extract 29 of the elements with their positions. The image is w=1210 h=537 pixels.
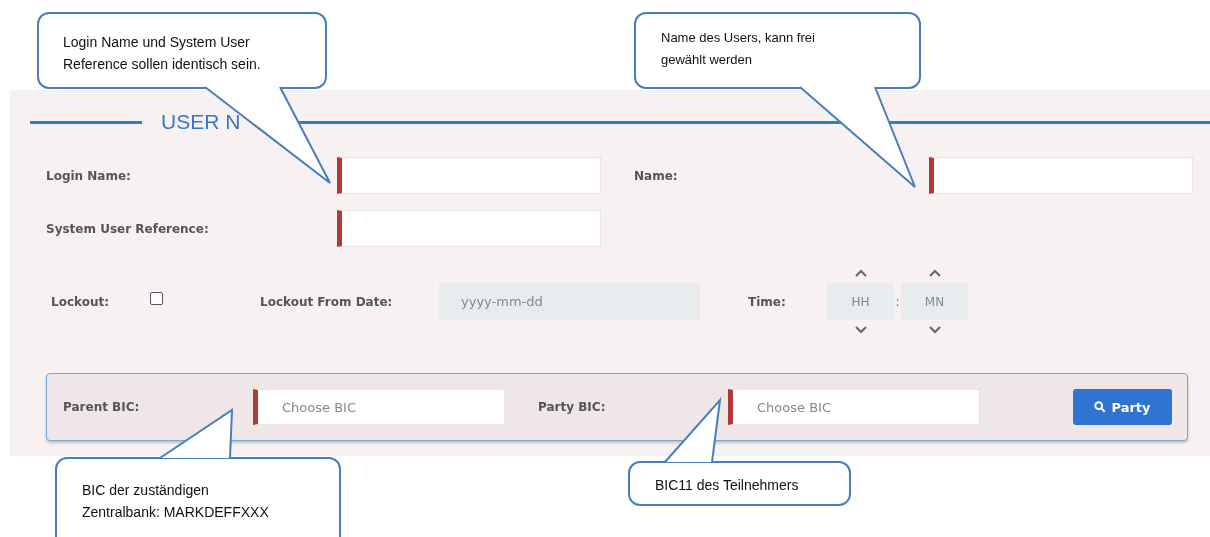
hour-field[interactable]: HH [827, 283, 894, 320]
callout-text: Login Name und System User Reference sollen identisch sein. [63, 33, 261, 74]
bic-field[interactable]: Choose BIC [253, 389, 505, 425]
field-label: Name: [634, 168, 679, 183]
time-separator: : [894, 294, 901, 309]
field-label: System User Reference: [46, 221, 210, 236]
callout-text: Name des Users, kann frei gewählt werden [661, 29, 815, 69]
field-label: Parent BIC: [63, 400, 141, 414]
party-search-button[interactable]: Party [1073, 389, 1172, 425]
input-field[interactable] [337, 210, 601, 247]
lockout-checkbox[interactable] [150, 292, 163, 305]
callout-text: BIC11 des Teilnehmers [655, 476, 799, 495]
bic-field[interactable]: Choose BIC [728, 389, 980, 425]
callout-text: BIC der zuständigen Zentralbank: MARKDEFFXXX [82, 481, 269, 522]
input-field[interactable] [929, 157, 1193, 194]
section-title: USER N [161, 110, 242, 134]
field-label: Time: [748, 294, 787, 309]
chevron-up-icon[interactable] [928, 269, 941, 277]
chevron-up-icon[interactable] [854, 269, 867, 277]
minute-field[interactable]: MN [901, 283, 968, 320]
field-label: Lockout: [51, 294, 110, 309]
field-label: Party BIC: [538, 400, 607, 414]
chevron-down-icon[interactable] [928, 326, 941, 334]
field-label: Lockout From Date: [260, 294, 394, 309]
search-icon [1094, 401, 1107, 413]
field-label: Login Name: [46, 168, 132, 183]
input-field[interactable] [337, 157, 601, 194]
date-field[interactable]: yyyy-mm-dd [439, 283, 700, 320]
chevron-down-icon[interactable] [854, 326, 867, 334]
